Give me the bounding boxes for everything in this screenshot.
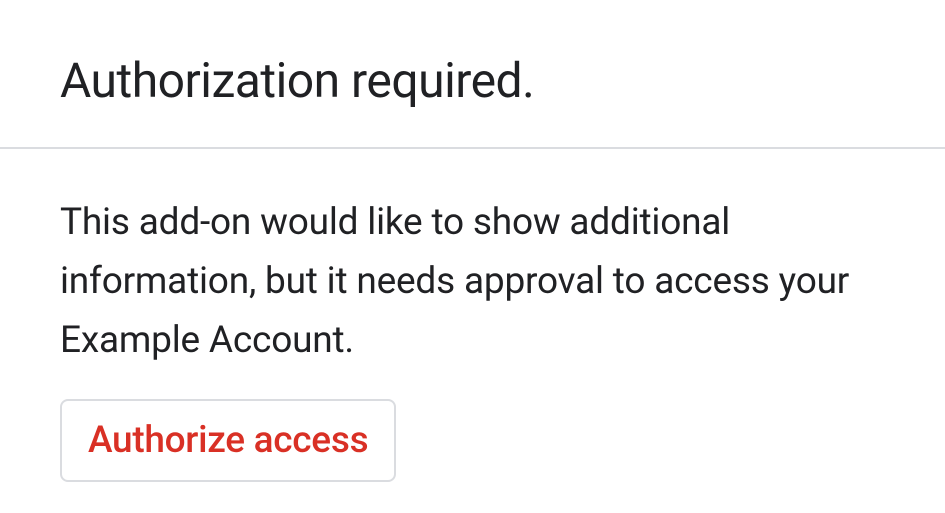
description-text: This add-on would like to show additiona… xyxy=(60,193,880,371)
authorize-access-button[interactable]: Authorize access xyxy=(60,399,396,482)
authorization-panel: Authorization required. This add-on woul… xyxy=(0,0,945,513)
header: Authorization required. xyxy=(0,0,945,147)
button-wrapper: Authorize access xyxy=(60,399,885,482)
page-title: Authorization required. xyxy=(60,52,885,109)
content: This add-on would like to show additiona… xyxy=(0,149,945,482)
